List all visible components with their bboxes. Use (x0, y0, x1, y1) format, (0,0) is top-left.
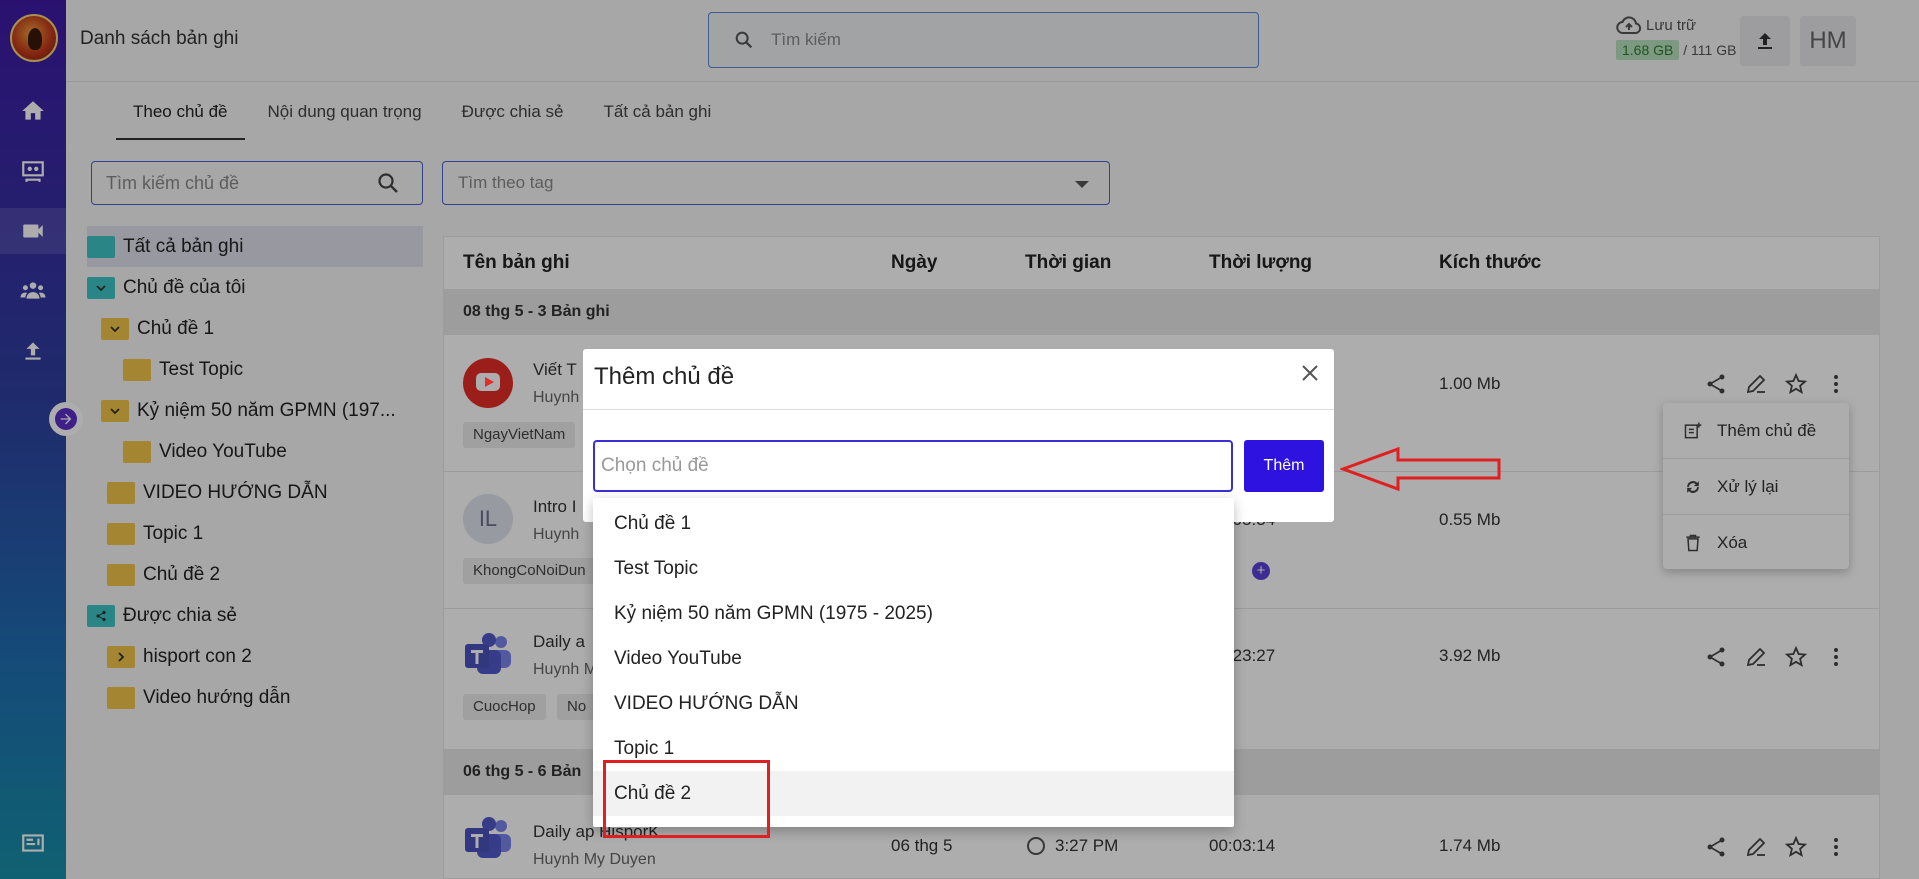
topic-option[interactable]: Kỷ niệm 50 năm GPMN (1975 - 2025) (593, 591, 1234, 636)
dialog-divider (583, 409, 1334, 410)
red-arrow-annotation (1340, 446, 1501, 492)
add-topic-button[interactable]: Thêm (1244, 440, 1324, 492)
topic-option[interactable]: Video YouTube (593, 636, 1234, 681)
dialog-title: Thêm chủ đề (594, 363, 735, 390)
topic-option[interactable]: VIDEO HƯỚNG DẪN (593, 681, 1234, 726)
red-highlight-box (603, 760, 770, 838)
add-topic-dialog: Thêm chủ đề Thêm (583, 349, 1334, 522)
topic-select[interactable] (593, 440, 1233, 492)
close-icon[interactable] (1298, 361, 1322, 385)
topic-option[interactable]: Test Topic (593, 546, 1234, 591)
topic-option[interactable]: Chủ đề 1 (593, 501, 1234, 546)
topic-select-input[interactable] (601, 455, 1201, 477)
